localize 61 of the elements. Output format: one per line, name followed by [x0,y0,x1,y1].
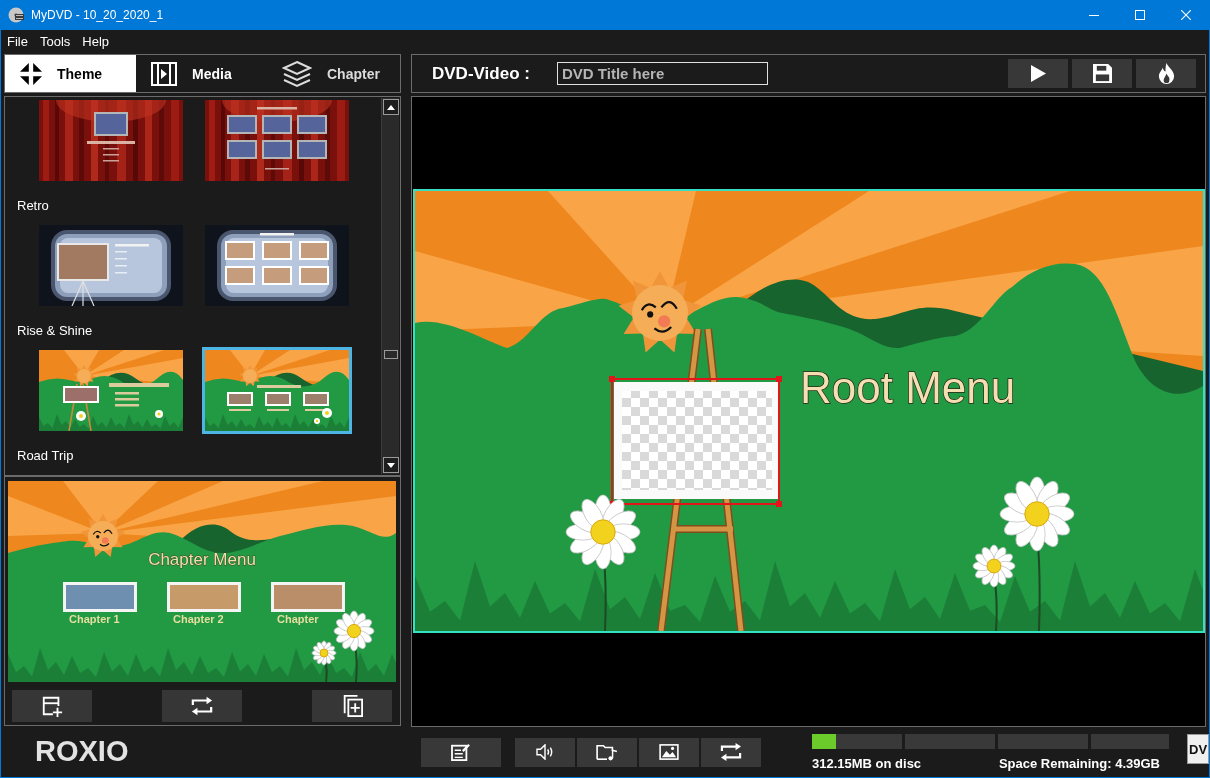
minimize-icon [1089,14,1099,16]
image-button[interactable] [639,737,699,767]
tab[interactable]: Chapter [267,55,398,92]
menu-item[interactable]: Tools [39,33,71,49]
chapter-label: Chapter [277,613,319,625]
music-folder-icon [596,743,618,761]
scroll-up-button[interactable] [382,99,399,115]
menu-item[interactable]: Help [82,33,110,49]
burn-button[interactable] [1136,59,1196,88]
swap-arrows-icon [720,742,742,762]
copy-plus-icon [341,695,363,717]
maximize-icon [1135,10,1145,20]
theme-thumbnail[interactable] [202,347,352,434]
close-icon [1181,10,1191,20]
play-button[interactable] [1008,59,1068,88]
sun-drawing [80,513,126,558]
theme-thumbnail[interactable] [39,225,183,306]
save-button[interactable] [1072,59,1132,88]
music-button[interactable] [577,737,637,767]
flame-icon [1156,63,1176,84]
up-triangle-icon [386,104,395,110]
theme-name: Rise & Shine [17,322,93,340]
disc-icon [8,7,24,23]
chapter-label: Chapter 2 [173,613,224,625]
layers-icon [282,59,312,88]
add-menu-button[interactable] [12,690,92,722]
logo: ROXIO [35,737,129,766]
theme-thumbnail[interactable] [39,100,183,181]
save-icon [1092,64,1112,83]
duplicate-button[interactable] [312,690,392,722]
format-label: DVD-Video : [432,63,531,84]
tab[interactable]: Media [136,55,267,92]
scrollbar-thumb[interactable] [383,350,398,359]
theme-name: Road Trip [17,447,74,465]
down-triangle-icon [386,462,395,468]
audio-button[interactable] [515,737,575,767]
play-icon [1030,65,1046,82]
title-field[interactable]: DVD Title here [557,62,768,85]
window-title: MyDVD - 10_20_2020_1 [31,8,164,22]
swap-arrows-icon [191,695,213,717]
disc-used-text: 312.15MB on disc [812,756,922,771]
menu-item[interactable]: File [7,33,28,49]
film-play-icon [151,61,177,86]
theme-thumbnail[interactable] [39,350,183,431]
swap-button[interactable] [162,690,242,722]
edit-button[interactable] [421,737,501,767]
tab[interactable]: Theme [5,55,136,92]
disc-format-button[interactable]: DV [1187,734,1209,764]
four-triangles-icon [20,62,42,85]
edit-icon [451,743,471,761]
theme-thumbnail[interactable] [205,100,349,181]
add-page-icon [41,695,63,717]
chapter-label: Chapter 1 [69,613,120,625]
theme-thumbnail[interactable] [205,225,349,306]
space-remaining-text: Space Remaining: 4.39GB [998,756,1160,771]
image-icon [659,744,679,760]
theme-name: Retro [17,197,49,215]
speaker-icon [536,744,554,760]
chapter-menu-title: Chapter Menu [148,550,256,569]
scroll-down-button[interactable] [382,457,399,473]
swap-button[interactable] [701,737,761,767]
